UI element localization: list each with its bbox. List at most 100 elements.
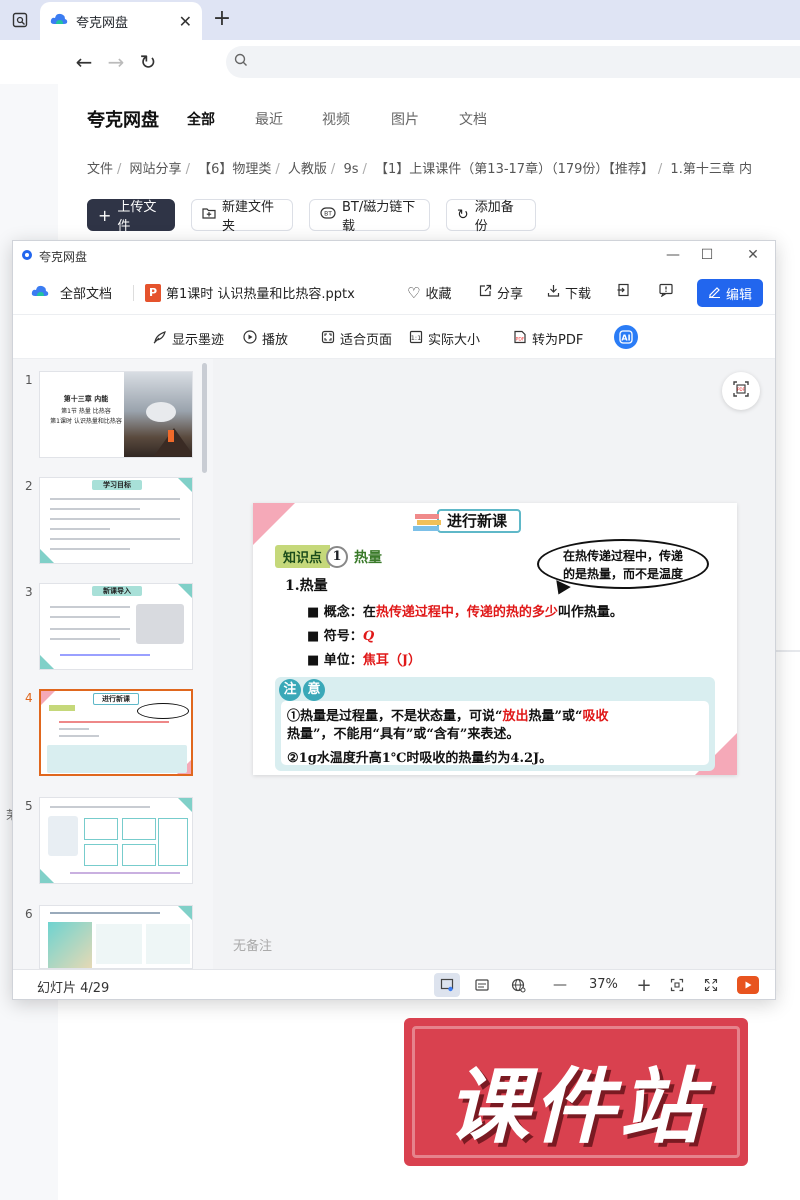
slide-heading: 1.热量 [285, 578, 328, 594]
bt-download-button[interactable]: BT BT/磁力链下载 [309, 199, 430, 234]
new-folder-button[interactable]: 新建文件夹 [191, 199, 293, 234]
note-line-2: ②1g水温度升高1℃时吸收的热量约为4.2J。 [287, 751, 553, 766]
reload-icon[interactable]: ↻ [134, 48, 162, 76]
tab-images[interactable]: 图片 [391, 109, 419, 129]
actual-size-icon: 1:1 [409, 330, 423, 348]
close-tab-icon[interactable]: ✕ [179, 12, 192, 31]
ai-icon-text: AI [621, 334, 630, 343]
thumb-title: 第十三章 内能 [63, 395, 109, 403]
breadcrumb-item[interactable]: 人教版 [288, 162, 327, 177]
file-name: P 第1课时 认识热量和比热容.pptx [145, 283, 355, 302]
slide-counter: 幻灯片 4/29 [37, 981, 110, 996]
breadcrumb-item[interactable]: 9s [343, 162, 358, 177]
slide-item-unit: ■ 单位：焦耳（J） [307, 653, 421, 668]
cloud-logo-icon [50, 12, 68, 30]
tab-title: 夸克网盘 [76, 15, 129, 31]
download-button[interactable]: 下载 [547, 283, 591, 302]
slide-thumbnail-panel[interactable]: 1 第十三章 内能 第1节 热量 比热容 第1课时 认识热量和比热容 2 学习目… [13, 359, 213, 969]
new-folder-label: 新建文件夹 [222, 200, 275, 234]
slide-thumbnail-2[interactable]: 学习目标 [39, 477, 193, 564]
zoom-out-icon[interactable]: — [549, 975, 571, 995]
breadcrumb-item[interactable]: 【6】物理类 [198, 162, 271, 177]
address-bar[interactable] [226, 46, 800, 78]
speaker-notes[interactable]: 无备注 [233, 935, 272, 954]
heart-icon: ♡ [407, 283, 421, 302]
favorite-button[interactable]: ♡ 收藏 [407, 283, 452, 303]
breadcrumb-item[interactable]: 【1】上课课件（第13-17章）（179份）【推荐】 [375, 162, 654, 177]
watermark-stamp: 课件站 [404, 1018, 748, 1166]
thumbnail-scrollbar[interactable] [202, 363, 207, 473]
slide-canvas-area[interactable]: PDF 进行新课 知识点 1 热量 在热传递过程中，传递 的是热量，而不是温度 … [213, 359, 775, 969]
to-pdf-button[interactable]: PDF 转为PDF [513, 329, 583, 348]
folder-plus-icon [202, 207, 216, 223]
thumb-number: 1 [25, 373, 33, 387]
ai-icon: AI [613, 324, 639, 354]
slide-view-icon[interactable] [434, 973, 460, 997]
to-pdf-label: 转为PDF [532, 333, 584, 348]
tab-docs[interactable]: 文档 [459, 109, 487, 129]
pdf-scan-icon: PDF [731, 379, 751, 403]
plus-icon: + [98, 205, 112, 225]
pdf-icon: PDF [513, 330, 527, 348]
show-ink-button[interactable]: 显示墨迹 [153, 329, 224, 348]
add-backup-button[interactable]: ↻ 添加备份 [446, 199, 536, 234]
report-icon[interactable] [659, 283, 673, 297]
svg-text:PDF: PDF [516, 336, 525, 342]
play-circle-icon [243, 329, 257, 348]
tab-all[interactable]: 全部 [187, 109, 215, 129]
favorite-label: 收藏 [425, 287, 452, 302]
breadcrumb-item[interactable]: 网站分享 [130, 162, 182, 177]
document-viewer-window: 夸克网盘 — ☐ ✕ 全部文档 P 第1课时 认识热量和比热容.pptx ♡ 收… [12, 240, 776, 1000]
forward-arrow-icon[interactable]: → [102, 48, 130, 76]
ai-assistant-button[interactable]: AI [613, 324, 639, 354]
export-icon[interactable] [617, 283, 630, 297]
kp-title: 热量 [354, 549, 383, 566]
zoom-in-icon[interactable]: + [633, 975, 655, 996]
edit-label: 编辑 [725, 287, 752, 303]
breadcrumb-item[interactable]: 文件 [87, 162, 113, 177]
note-tag: 注意 [279, 679, 325, 701]
drive-brand: 夸克网盘 [87, 110, 159, 131]
slide-thumbnail-4[interactable]: 进行新课 [39, 689, 193, 776]
share-button[interactable]: 分享 [479, 283, 523, 302]
thumb-number: 5 [25, 799, 33, 813]
slide-thumbnail-6[interactable] [39, 905, 193, 969]
upload-button[interactable]: + 上传文件 [87, 199, 175, 234]
breadcrumb: 文件 / 网站分享 / 【6】物理类 / 人教版/ 9s / 【1】上课课件（第13-1… [87, 162, 752, 177]
edit-button[interactable]: 编辑 [697, 279, 763, 307]
show-ink-label: 显示墨迹 [172, 333, 225, 348]
upload-button-label: 上传文件 [117, 200, 157, 234]
focus-icon[interactable] [666, 975, 688, 995]
globe-settings-icon[interactable] [507, 975, 529, 995]
minimize-icon[interactable]: — [663, 247, 683, 263]
pdf-convert-fab[interactable]: PDF [722, 372, 760, 410]
download-label: 下载 [565, 287, 592, 302]
zoom-level[interactable]: 37% [589, 977, 618, 992]
slide-thumbnail-3[interactable]: 新课导入 [39, 583, 193, 670]
thumb-number: 4 [25, 691, 33, 705]
notes-view-icon[interactable] [471, 975, 493, 995]
tab-search-icon[interactable] [6, 8, 34, 32]
slide-thumbnail-1[interactable]: 第十三章 内能 第1节 热量 比热容 第1课时 认识热量和比热容 [39, 371, 193, 458]
new-tab-icon[interactable]: + [210, 6, 234, 32]
fullscreen-icon[interactable] [700, 975, 722, 995]
back-arrow-icon[interactable]: ← [70, 48, 98, 76]
tab-recent[interactable]: 最近 [255, 109, 283, 129]
bubble-line-1: 在热传递过程中，传递 [562, 549, 683, 563]
slide-item-symbol: ■ 符号：Q [307, 629, 375, 644]
slideshow-play-icon[interactable] [737, 976, 759, 994]
breadcrumb-item[interactable]: 1.第十三章 内 [670, 162, 752, 177]
thumb-title: 进行新课 [93, 693, 139, 705]
fit-page-button[interactable]: 适合页面 [321, 329, 392, 348]
viewer-subtoolbar: 显示墨迹 播放 适合页面 1:1 实际大小 PDF 转为PDF AI [13, 315, 775, 359]
all-docs-button[interactable]: 全部文档 [31, 283, 112, 302]
tab-video[interactable]: 视频 [322, 109, 350, 129]
play-button[interactable]: 播放 [243, 329, 288, 348]
slide-corner-decoration [253, 503, 295, 545]
maximize-icon[interactable]: ☐ [697, 247, 717, 263]
actual-size-button[interactable]: 1:1 实际大小 [409, 329, 480, 348]
browser-tab[interactable]: 夸克网盘 ✕ [40, 2, 202, 40]
fit-page-label: 适合页面 [340, 333, 393, 348]
slide-thumbnail-5[interactable] [39, 797, 193, 884]
close-window-icon[interactable]: ✕ [743, 247, 763, 263]
